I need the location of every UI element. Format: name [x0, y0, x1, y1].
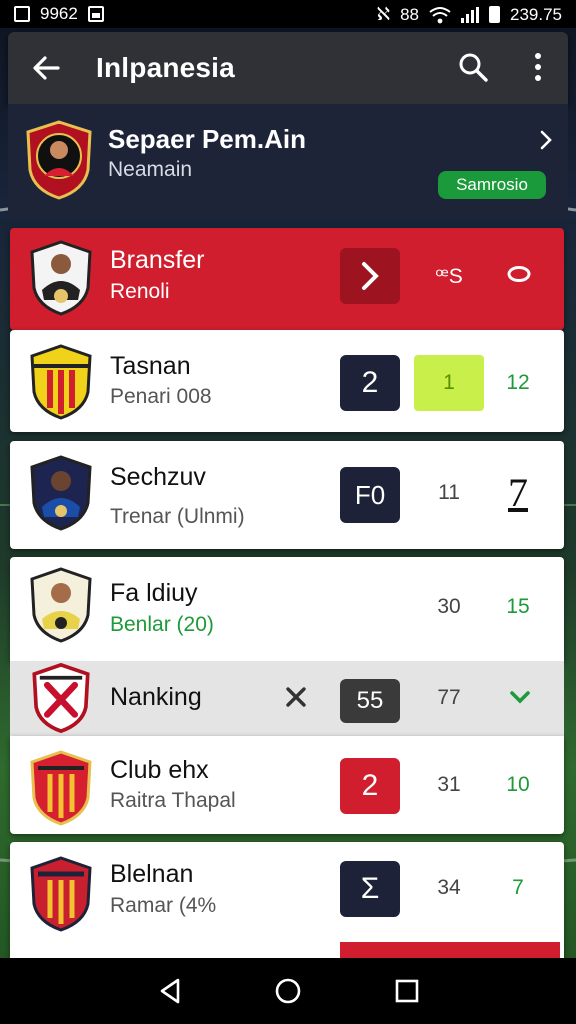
list-item[interactable]: Bransfer Renoli ꟹS: [10, 228, 564, 330]
player-crest-avatar: [30, 240, 92, 316]
profile-crest-avatar: [26, 120, 92, 200]
search-icon[interactable]: [456, 50, 490, 84]
chevron-right-icon: [362, 262, 379, 290]
club-crest-icon: [30, 856, 92, 932]
row-stat: 77: [437, 686, 461, 709]
row-subtitle: Renoli: [110, 280, 170, 303]
image-notification-icon: [87, 6, 104, 22]
row-points: 10: [506, 773, 530, 796]
notification-icon: [14, 6, 30, 22]
row-score-box: F0: [340, 467, 400, 523]
row-subtitle: Penari 008: [110, 385, 212, 408]
row-subtitle: Benlar (20): [110, 613, 214, 636]
row-stat: 31: [437, 773, 461, 796]
wifi-icon: [429, 6, 451, 23]
status-bar: 9962 ℵ 88 239.75: [0, 0, 576, 28]
home-nav-icon[interactable]: [273, 976, 303, 1006]
row-name: Fa ldiuy: [110, 579, 198, 607]
recents-nav-icon[interactable]: [392, 976, 422, 1006]
row-score-box: 2: [340, 355, 400, 411]
status-badge: Samrosio: [438, 171, 546, 199]
club-crest-icon: [30, 750, 92, 826]
player-crest-avatar: [30, 455, 92, 531]
row-score-box: 55: [340, 679, 400, 723]
list-item[interactable]: Blelnan Ramar (4% Σ 34 7: [10, 842, 564, 958]
profile-name: Sepaer Pem.Ain: [108, 124, 306, 154]
row-points: 15: [506, 595, 530, 618]
system-nav-bar: [0, 958, 576, 1024]
chevron-down-icon[interactable]: [508, 687, 532, 707]
back-nav-icon[interactable]: [156, 976, 186, 1006]
status-time: 239.75: [510, 4, 562, 24]
profile-subtitle: Neamain: [108, 158, 193, 181]
row-name: Blelnan: [110, 860, 194, 888]
list-item[interactable]: Club ehx Raitra Thapal 2 31 10: [10, 736, 564, 834]
app-bar: Inlpanesia: [8, 32, 568, 104]
row-action-button[interactable]: [340, 248, 400, 304]
row-stat: 11: [438, 481, 460, 504]
row-subtitle: Ramar (4%: [110, 894, 217, 917]
page-title: Inlpanesia: [96, 52, 235, 83]
row-stat: 30: [437, 595, 461, 618]
toggle-ring-icon[interactable]: [506, 264, 532, 284]
chevron-right-icon[interactable]: [538, 128, 554, 152]
back-arrow-icon[interactable]: [28, 50, 64, 86]
row-score-box: Σ: [340, 861, 400, 917]
status-left-text: 9962: [40, 4, 78, 23]
row-points: 7: [508, 470, 528, 515]
row-subtitle: Raitra Thapal: [110, 789, 236, 812]
row-name: Sechzuv: [110, 463, 206, 491]
row-points: 7: [512, 876, 524, 899]
row-name: Nanking: [110, 683, 202, 711]
profile-card[interactable]: Sepaer Pem.Ain Neamain Samrosio: [8, 104, 568, 218]
list-item-selected[interactable]: Nanking 55 77: [10, 661, 564, 736]
close-icon[interactable]: [284, 685, 308, 709]
row-score-box: 2: [340, 758, 400, 814]
row-highlight-stat: 1: [414, 355, 484, 411]
row-stat: ꟹS: [435, 265, 463, 288]
club-crest-icon: [30, 344, 92, 420]
player-crest-avatar: [30, 567, 92, 643]
club-crest-icon: [32, 663, 90, 733]
row-name: Club ehx: [110, 756, 209, 784]
row-stat: 34: [437, 876, 461, 899]
row-subtitle: Trenar (Ulnmi): [110, 505, 245, 528]
bluetooth-icon: ℵ: [376, 4, 391, 24]
row-name: Bransfer: [110, 246, 205, 274]
row-name: Tasnan: [110, 352, 191, 380]
row-points: 12: [506, 371, 530, 394]
list-item[interactable]: Fa ldiuy Benlar (20) 30 15: [10, 557, 564, 661]
more-vert-icon[interactable]: [526, 50, 550, 84]
battery-icon: [489, 6, 500, 23]
list-item[interactable]: Sechzuv Trenar (Ulnmi) F0 11 7: [10, 441, 564, 549]
signal-icon: [461, 6, 479, 23]
status-right-text: 88: [400, 4, 419, 24]
next-row-preview: [340, 942, 560, 958]
list-item[interactable]: Tasnan Penari 008 2 1 12: [10, 330, 564, 432]
